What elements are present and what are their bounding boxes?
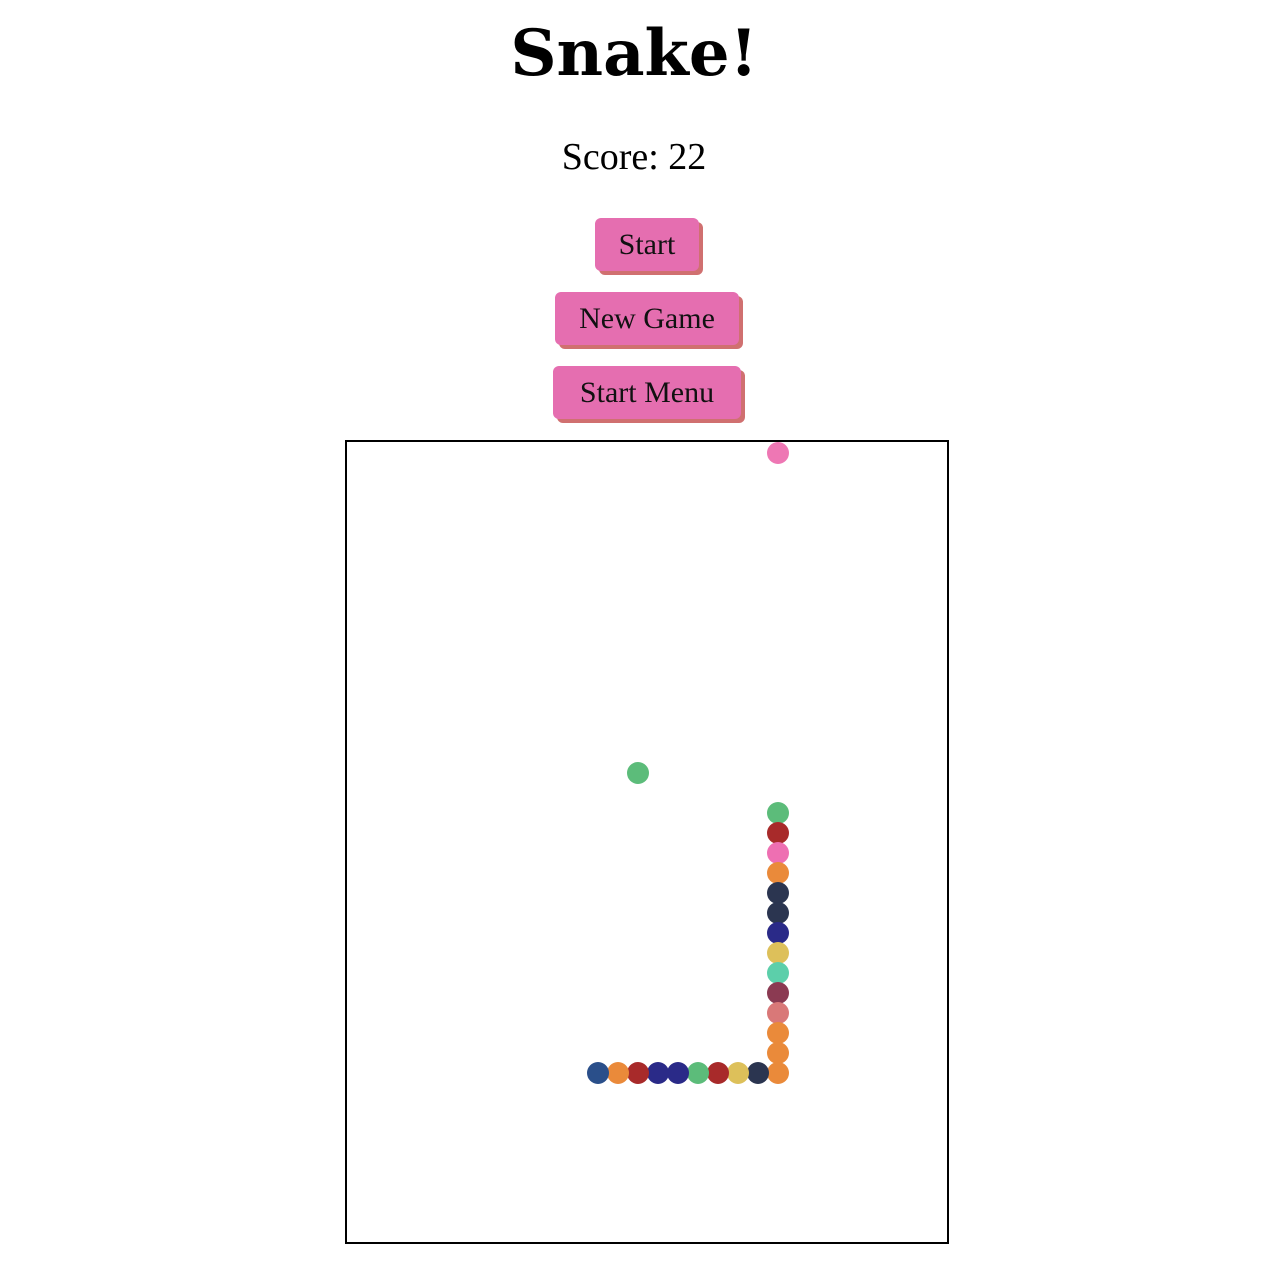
- game-canvas: [587, 442, 789, 1084]
- snake-segment: [767, 1062, 789, 1084]
- snake-segment: [767, 1042, 789, 1064]
- snake-segment: [767, 962, 789, 984]
- food: [627, 762, 649, 784]
- snake-segment: [767, 882, 789, 904]
- game-title: Snake!: [510, 16, 758, 91]
- start-button[interactable]: Start: [595, 218, 699, 271]
- snake-segment: [767, 862, 789, 884]
- score-display: Score: 22: [561, 136, 707, 178]
- snake-segment: [607, 1062, 629, 1084]
- snake-segment: [587, 1062, 609, 1084]
- snake-segment: [767, 842, 789, 864]
- snake-segment: [767, 822, 789, 844]
- snake-segment: [767, 942, 789, 964]
- snake-segment: [767, 902, 789, 924]
- snake-segment: [627, 1062, 649, 1084]
- bonus-food: [767, 442, 789, 464]
- game-board[interactable]: [345, 440, 949, 1244]
- snake-segment: [767, 922, 789, 944]
- snake-segment: [767, 1002, 789, 1024]
- snake-segment: [747, 1062, 769, 1084]
- snake-head: [767, 802, 789, 824]
- snake-segment: [707, 1062, 729, 1084]
- snake-segment: [687, 1062, 709, 1084]
- snake-segment: [727, 1062, 749, 1084]
- snake-segment: [767, 1022, 789, 1044]
- new-game-button[interactable]: New Game: [555, 292, 739, 345]
- snake-segment: [647, 1062, 669, 1084]
- snake-segment: [767, 982, 789, 1004]
- start-menu-button[interactable]: Start Menu: [553, 366, 741, 419]
- snake-segment: [667, 1062, 689, 1084]
